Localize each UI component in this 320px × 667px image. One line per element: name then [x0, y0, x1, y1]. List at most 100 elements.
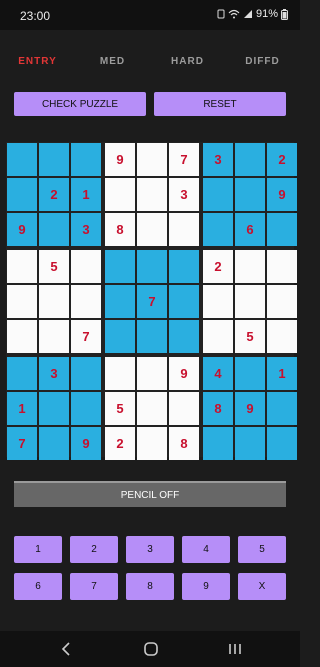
cell-r4-c9[interactable] [267, 250, 297, 283]
cell-r1-c6[interactable]: 7 [169, 143, 199, 176]
cell-r7-c9[interactable]: 1 [267, 357, 297, 390]
cell-r9-c2[interactable] [39, 427, 69, 460]
cell-r6-c1[interactable] [7, 320, 37, 353]
cell-r1-c4[interactable]: 9 [105, 143, 135, 176]
cell-r5-c2[interactable] [39, 285, 69, 318]
cell-r2-c1[interactable] [7, 178, 37, 211]
cell-r8-c6[interactable] [169, 392, 199, 425]
cell-r8-c9[interactable] [267, 392, 297, 425]
cell-r6-c4[interactable] [105, 320, 135, 353]
key-8[interactable]: 8 [126, 573, 174, 600]
cell-r7-c7[interactable]: 4 [203, 357, 233, 390]
recents-icon[interactable] [228, 641, 242, 662]
cell-r8-c2[interactable] [39, 392, 69, 425]
cell-r2-c7[interactable] [203, 178, 233, 211]
cell-r3-c5[interactable] [137, 213, 167, 246]
pencil-toggle-button[interactable]: PENCIL OFF [14, 481, 286, 507]
cell-r8-c8[interactable]: 9 [235, 392, 265, 425]
tab-diffd[interactable]: DIFFD [233, 56, 293, 67]
cell-r2-c2[interactable]: 2 [39, 178, 69, 211]
cell-r4-c6[interactable] [169, 250, 199, 283]
cell-r5-c7[interactable] [203, 285, 233, 318]
key-5[interactable]: 5 [238, 536, 286, 563]
cell-r4-c7[interactable]: 2 [203, 250, 233, 283]
cell-r1-c2[interactable] [39, 143, 69, 176]
key-clear[interactable]: X [238, 573, 286, 600]
tab-entry[interactable]: ENTRY [8, 56, 68, 67]
cell-r7-c1[interactable] [7, 357, 37, 390]
key-1[interactable]: 1 [14, 536, 62, 563]
key-2[interactable]: 2 [70, 536, 118, 563]
key-9[interactable]: 9 [182, 573, 230, 600]
cell-r3-c2[interactable] [39, 213, 69, 246]
cell-r6-c3[interactable]: 7 [71, 320, 101, 353]
cell-r9-c7[interactable] [203, 427, 233, 460]
cell-r2-c4[interactable] [105, 178, 135, 211]
cell-r6-c9[interactable] [267, 320, 297, 353]
cell-r5-c9[interactable] [267, 285, 297, 318]
key-6[interactable]: 6 [14, 573, 62, 600]
cell-r9-c1[interactable]: 7 [7, 427, 37, 460]
cell-r4-c8[interactable] [235, 250, 265, 283]
cell-r9-c8[interactable] [235, 427, 265, 460]
cell-r1-c5[interactable] [137, 143, 167, 176]
cell-r5-c4[interactable] [105, 285, 135, 318]
key-4[interactable]: 4 [182, 536, 230, 563]
cell-r6-c5[interactable] [137, 320, 167, 353]
cell-r3-c9[interactable] [267, 213, 297, 246]
cell-r4-c2[interactable]: 5 [39, 250, 69, 283]
cell-r8-c4[interactable]: 5 [105, 392, 135, 425]
cell-r7-c8[interactable] [235, 357, 265, 390]
cell-r6-c2[interactable] [39, 320, 69, 353]
cell-r9-c5[interactable] [137, 427, 167, 460]
cell-r1-c9[interactable]: 2 [267, 143, 297, 176]
cell-r3-c4[interactable]: 8 [105, 213, 135, 246]
cell-r5-c8[interactable] [235, 285, 265, 318]
cell-r8-c5[interactable] [137, 392, 167, 425]
cell-r3-c3[interactable]: 3 [71, 213, 101, 246]
cell-r7-c3[interactable] [71, 357, 101, 390]
cell-r1-c1[interactable] [7, 143, 37, 176]
cell-r4-c1[interactable] [7, 250, 37, 283]
cell-r2-c9[interactable]: 9 [267, 178, 297, 211]
key-3[interactable]: 3 [126, 536, 174, 563]
cell-r5-c5[interactable]: 7 [137, 285, 167, 318]
cell-r3-c1[interactable]: 9 [7, 213, 37, 246]
cell-r9-c6[interactable]: 8 [169, 427, 199, 460]
cell-r4-c4[interactable] [105, 250, 135, 283]
cell-r8-c3[interactable] [71, 392, 101, 425]
cell-r5-c1[interactable] [7, 285, 37, 318]
cell-r1-c3[interactable] [71, 143, 101, 176]
home-icon[interactable] [143, 641, 159, 662]
cell-r4-c3[interactable] [71, 250, 101, 283]
cell-r8-c7[interactable]: 8 [203, 392, 233, 425]
cell-r9-c3[interactable]: 9 [71, 427, 101, 460]
cell-r5-c6[interactable] [169, 285, 199, 318]
key-7[interactable]: 7 [70, 573, 118, 600]
cell-r9-c4[interactable]: 2 [105, 427, 135, 460]
cell-r2-c6[interactable]: 3 [169, 178, 199, 211]
cell-r7-c6[interactable]: 9 [169, 357, 199, 390]
tab-med[interactable]: MED [83, 56, 143, 67]
reset-button[interactable]: RESET [154, 92, 286, 116]
cell-r2-c8[interactable] [235, 178, 265, 211]
cell-r3-c7[interactable] [203, 213, 233, 246]
cell-r8-c1[interactable]: 1 [7, 392, 37, 425]
cell-r6-c6[interactable] [169, 320, 199, 353]
cell-r2-c3[interactable]: 1 [71, 178, 101, 211]
cell-r5-c3[interactable] [71, 285, 101, 318]
cell-r6-c7[interactable] [203, 320, 233, 353]
back-icon[interactable] [60, 641, 72, 662]
tab-hard[interactable]: HARD [158, 56, 218, 67]
check-puzzle-button[interactable]: CHECK PUZZLE [14, 92, 146, 116]
cell-r7-c4[interactable] [105, 357, 135, 390]
cell-r1-c7[interactable]: 3 [203, 143, 233, 176]
cell-r3-c8[interactable]: 6 [235, 213, 265, 246]
cell-r1-c8[interactable] [235, 143, 265, 176]
cell-r9-c9[interactable] [267, 427, 297, 460]
cell-r7-c2[interactable]: 3 [39, 357, 69, 390]
cell-r4-c5[interactable] [137, 250, 167, 283]
cell-r7-c5[interactable] [137, 357, 167, 390]
cell-r3-c6[interactable] [169, 213, 199, 246]
cell-r6-c8[interactable]: 5 [235, 320, 265, 353]
